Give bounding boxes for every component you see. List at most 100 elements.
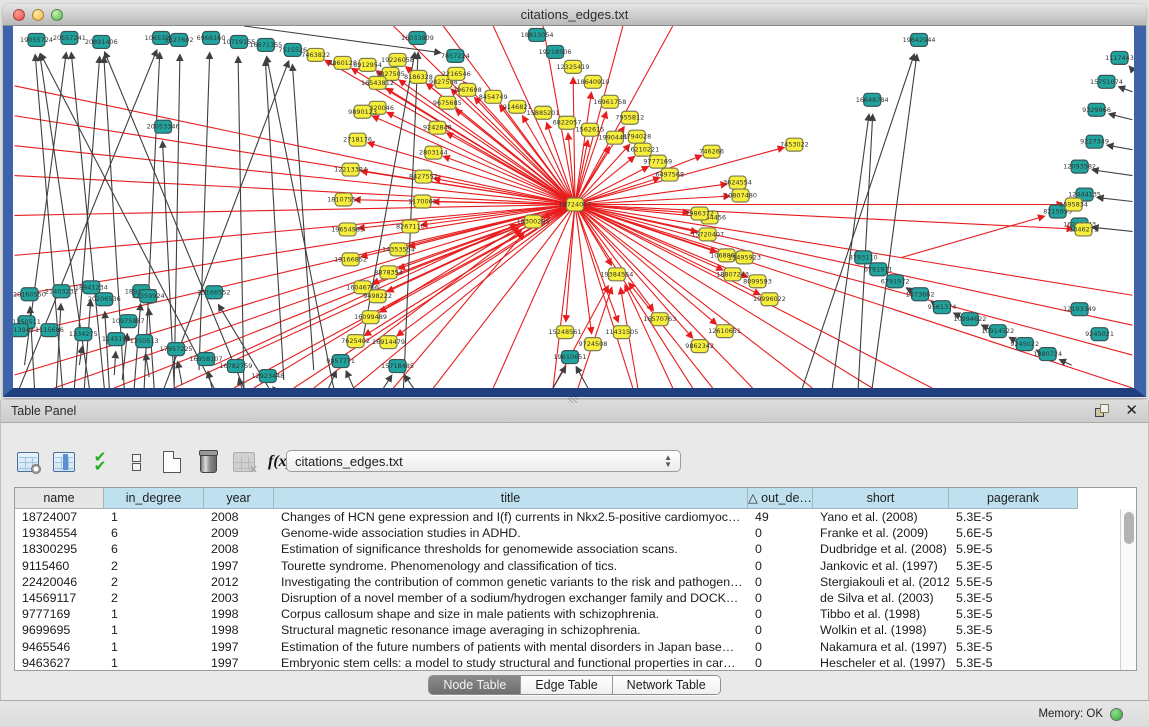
column-header-name[interactable]: name xyxy=(15,488,104,509)
graph-node[interactable]: 16210221 xyxy=(626,143,659,156)
graph-node[interactable]: 15718485 xyxy=(381,360,414,373)
graph-node[interactable]: 8427552 xyxy=(409,170,438,183)
table-row[interactable]: 1456911722003Disruption of a novel membe… xyxy=(15,590,1120,606)
graph-node[interactable]: 19166852 xyxy=(334,253,367,266)
graph-node[interactable]: 7463822 xyxy=(301,48,330,61)
graph-node[interactable]: 12325419 xyxy=(557,60,590,73)
graph-node[interactable]: 15885201 xyxy=(527,106,560,119)
graph-node[interactable]: 12923448 xyxy=(251,370,284,383)
graph-node[interactable]: 3624554 xyxy=(723,176,752,189)
graph-node[interactable]: 20160550 xyxy=(13,288,46,301)
graph-node[interactable]: 2718176 xyxy=(343,133,372,146)
graph-node[interactable]: 2803144 xyxy=(419,146,448,159)
graph-node[interactable]: 12610651 xyxy=(708,325,741,338)
column-header-in_degree[interactable]: in_degree xyxy=(104,488,204,509)
graph-node[interactable]: 25166552 xyxy=(198,286,231,299)
graph-node[interactable]: 1873662 xyxy=(906,288,935,301)
graph-node[interactable]: 8454749 xyxy=(479,90,508,103)
vertical-scrollbar[interactable] xyxy=(1120,509,1136,670)
tab-edge-table[interactable]: Edge Table xyxy=(521,676,612,694)
graph-node[interactable]: 8793110 xyxy=(849,251,878,264)
graph-node[interactable]: 18813054 xyxy=(521,28,554,41)
graph-node[interactable]: 1334275 xyxy=(69,328,98,341)
graph-node[interactable]: 7625402 xyxy=(341,335,370,348)
graph-node[interactable]: 9498222 xyxy=(363,290,392,303)
graph-node[interactable]: 16543812 xyxy=(361,76,394,89)
graph-node[interactable]: 12093582 xyxy=(1063,160,1096,173)
graph-node[interactable]: 8878354 xyxy=(374,266,403,279)
window-titlebar[interactable]: citations_edges.txt xyxy=(3,4,1146,26)
column-header-title[interactable]: title xyxy=(274,488,748,509)
tab-network-table[interactable]: Network Table xyxy=(613,676,720,694)
graph-node[interactable]: 15720407 xyxy=(691,228,724,241)
graph-node[interactable]: 10975887 xyxy=(112,315,145,328)
graph-node[interactable]: 10807480 xyxy=(724,189,757,202)
graph-node[interactable]: 16099489 xyxy=(354,311,387,324)
graph-node[interactable]: 14353554 xyxy=(382,243,415,256)
table-selector-dropdown[interactable]: citations_edges.txt ▲▼ xyxy=(286,450,681,472)
graph-node[interactable]: 9777169 xyxy=(643,155,672,168)
graph-node[interactable]: 9561374 xyxy=(928,301,957,314)
graph-node[interactable]: 19055724 xyxy=(20,33,53,46)
new-table-button[interactable] xyxy=(159,449,185,475)
graph-node[interactable]: 746266 xyxy=(699,145,724,158)
graph-node[interactable]: 6791972 xyxy=(881,275,910,288)
float-panel-icon[interactable] xyxy=(1095,404,1111,418)
graph-node[interactable]: 1170065 xyxy=(408,195,437,208)
table-mode-button[interactable] xyxy=(15,449,41,475)
graph-node[interactable]: 16961758 xyxy=(593,95,626,108)
graph-node[interactable]: 16033809 xyxy=(401,31,434,44)
graph-node[interactable]: 20891406 xyxy=(85,35,118,48)
graph-node[interactable]: 6791971 xyxy=(864,263,893,276)
graph-node[interactable]: 1117443 xyxy=(1105,51,1134,64)
graph-node[interactable]: 16782759 xyxy=(219,360,252,373)
graph-node[interactable]: 9329966 xyxy=(1082,103,1111,116)
graph-node[interactable]: 9857771 xyxy=(326,355,355,368)
table-row[interactable]: 1830029562008Estimation of significance … xyxy=(15,541,1120,557)
delete-columns-button[interactable] xyxy=(195,449,221,475)
graph-node[interactable]: 1527602 xyxy=(165,33,194,46)
graph-node[interactable]: 16570763 xyxy=(643,313,676,326)
graph-node[interactable]: 10994622 xyxy=(953,313,986,326)
graph-node[interactable]: 19218506 xyxy=(539,45,572,58)
graph-node[interactable]: 11431505 xyxy=(605,326,638,339)
graph-node[interactable]: 15751074 xyxy=(1090,75,1123,88)
graph-node[interactable]: 19642944 xyxy=(903,33,936,46)
column-visibility-button[interactable] xyxy=(51,449,77,475)
table-row[interactable]: 1938455462009Genome-wide association stu… xyxy=(15,525,1120,541)
table-row[interactable]: 946554611997Estimation of the future num… xyxy=(15,639,1120,655)
network-canvas[interactable]: 1905572420557241208914061065325715276026… xyxy=(13,26,1134,388)
graph-node[interactable]: 19610651 xyxy=(554,351,587,364)
graph-node[interactable]: 9245021 xyxy=(1085,328,1114,341)
table-row[interactable]: 2242004622012Investigating the contribut… xyxy=(15,574,1120,590)
graph-node[interactable]: 12103349 xyxy=(1063,303,1096,316)
table-row[interactable]: 969969511998Structural magnetic resonanc… xyxy=(15,622,1120,638)
graph-node[interactable]: 6966160 xyxy=(197,31,226,44)
table-row[interactable]: 1872400712008Changes of HCN gene express… xyxy=(15,509,1120,525)
close-panel-icon[interactable]: ✕ xyxy=(1125,404,1138,418)
table-row[interactable]: 946362711997Embryonic stem cells: a mode… xyxy=(15,655,1120,670)
graph-node[interactable]: 8267110 xyxy=(396,220,425,233)
graph-node[interactable]: 18941234 xyxy=(75,281,108,294)
graph-node[interactable]: 6497568 xyxy=(655,168,684,181)
table-row[interactable]: 977716911998Corpus callosum shape and si… xyxy=(15,606,1120,622)
graph-node[interactable]: 19654985 xyxy=(331,223,364,236)
memory-indicator-dot[interactable] xyxy=(1110,708,1123,721)
graph-node[interactable]: 7857224 xyxy=(441,49,470,62)
graph-node[interactable]: 16914479 xyxy=(372,336,405,349)
table-row[interactable]: 911546021997Tourette syndrome. Phenomeno… xyxy=(15,558,1120,574)
tab-node-table[interactable]: Node Table xyxy=(429,676,521,694)
column-header-year[interactable]: year xyxy=(204,488,274,509)
graph-node[interactable]: 9227349 xyxy=(1080,135,1109,148)
column-header-pagerank[interactable]: pagerank xyxy=(949,488,1078,509)
graph-node[interactable]: 18107554 xyxy=(327,193,360,206)
graph-node[interactable]: 18640910 xyxy=(576,75,609,88)
graph-node[interactable]: 10914522 xyxy=(981,325,1014,338)
graph-node[interactable]: 8099593 xyxy=(743,275,772,288)
graph-node[interactable]: 15248561 xyxy=(549,326,582,339)
graph-node[interactable]: 10996022 xyxy=(753,293,786,306)
select-all-columns-button[interactable]: ✔✔ xyxy=(87,449,113,475)
graph-node[interactable]: 9724508 xyxy=(579,338,608,351)
graph-node[interactable]: 3913945 xyxy=(13,324,34,337)
unselect-all-columns-button[interactable] xyxy=(123,449,149,475)
